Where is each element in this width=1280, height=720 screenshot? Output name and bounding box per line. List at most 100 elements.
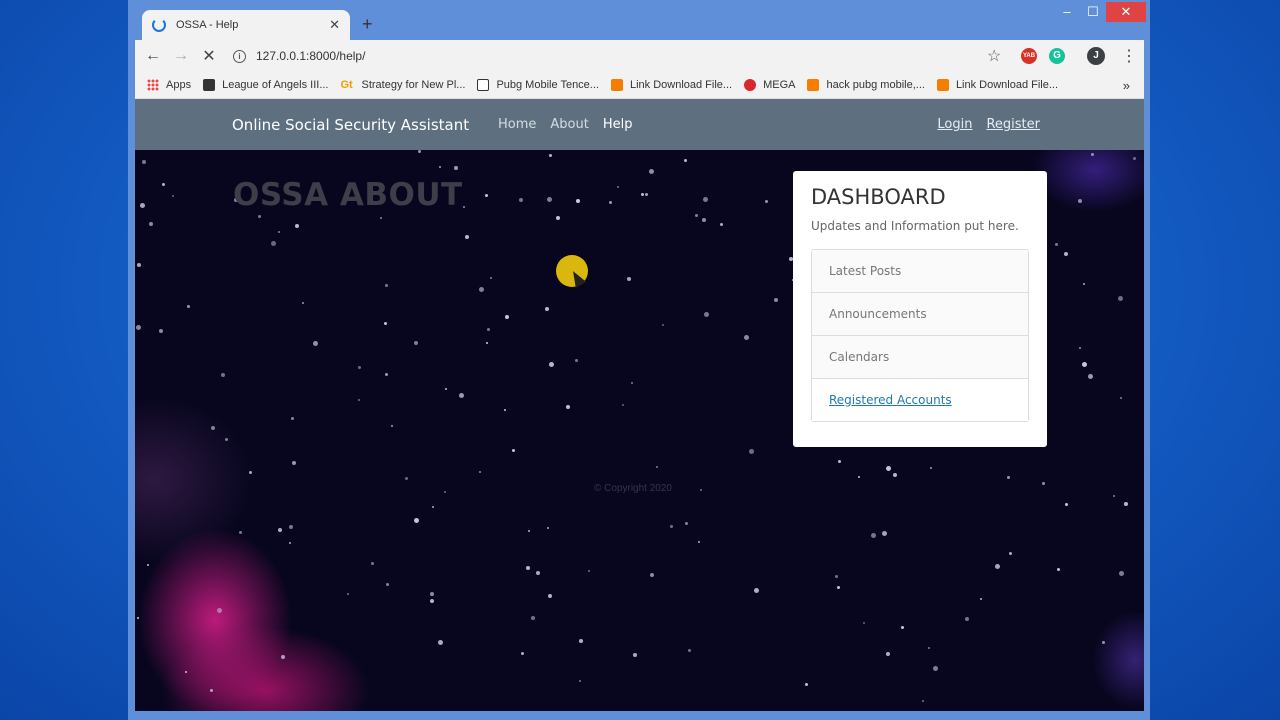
star-particle (1082, 362, 1087, 367)
star-particle (1124, 502, 1128, 506)
star-particle (147, 564, 149, 566)
star-particle (774, 298, 778, 302)
star-particle (418, 150, 421, 153)
dashboard-list: Latest Posts Announcements Calendars Reg… (811, 249, 1029, 422)
star-particle (928, 647, 930, 649)
star-particle (566, 405, 570, 409)
register-link[interactable]: Register (986, 117, 1040, 132)
bookmark-pubg-mobile[interactable]: Pubg Mobile Tence... (477, 79, 599, 91)
star-particle (1064, 252, 1068, 256)
star-particle (547, 197, 552, 202)
star-particle (662, 324, 664, 326)
close-window-button[interactable]: ✕ (1106, 2, 1146, 22)
star-particle (536, 571, 540, 575)
star-particle (384, 322, 387, 325)
star-particle (627, 277, 631, 281)
mega-icon (744, 79, 757, 91)
star-particle (391, 425, 393, 427)
bookmark-strategy[interactable]: Gt Strategy for New Pl... (341, 79, 466, 91)
nav-home-link[interactable]: Home (498, 117, 536, 132)
bookmark-mega[interactable]: MEGA (744, 79, 795, 91)
grammarly-extension-icon[interactable]: G (1049, 48, 1065, 64)
address-bar[interactable]: i 127.0.0.1:8000/help/ (227, 44, 997, 68)
page-heading: OSSA ABOUT (233, 177, 463, 213)
gt-icon: Gt (340, 79, 353, 91)
star-particle (579, 639, 583, 643)
star-particle (521, 652, 524, 655)
star-particle (765, 200, 768, 203)
star-particle (882, 531, 887, 536)
star-particle (704, 312, 709, 317)
star-particle (556, 216, 560, 220)
star-particle (886, 652, 890, 656)
dashboard-item-announcements[interactable]: Announcements (812, 293, 1028, 336)
m-icon (477, 79, 490, 91)
star-particle (526, 566, 530, 570)
star-particle (278, 528, 282, 532)
star-particle (490, 277, 492, 279)
star-particle (347, 593, 349, 595)
star-particle (531, 616, 535, 620)
site-brand[interactable]: Online Social Security Assistant (232, 116, 469, 134)
star-particle (459, 393, 464, 398)
browser-toolbar: ← → ✕ i 127.0.0.1:8000/help/ ☆ YAB G J ⋮ (135, 40, 1144, 72)
dashboard-item-latest-posts[interactable]: Latest Posts (812, 250, 1028, 293)
star-particle (1079, 347, 1081, 349)
bookmark-link-download-2[interactable]: Link Download File... (936, 79, 1058, 91)
nav-help-link[interactable]: Help (603, 117, 633, 132)
star-particle (871, 533, 876, 538)
new-tab-button[interactable]: + (362, 14, 373, 35)
dashboard-panel: DASHBOARD Updates and Information put he… (793, 171, 1047, 447)
star-particle (405, 477, 408, 480)
browser-window: OSSA - Help ✕ + – ☐ ✕ ← → ✕ i 127.0.0.1:… (128, 0, 1150, 720)
profile-avatar[interactable]: J (1087, 47, 1105, 65)
bookmark-apps[interactable]: Apps (147, 79, 191, 91)
star-particle (1078, 199, 1082, 203)
bookmark-hack-pubg[interactable]: hack pubg mobile,... (807, 79, 925, 91)
browser-menu-icon[interactable]: ⋮ (1121, 46, 1137, 66)
bookmark-league-of-angels[interactable]: League of Angels III... (203, 79, 329, 91)
star-particle (1065, 503, 1068, 506)
star-particle (549, 154, 552, 157)
bookmark-link-download-1[interactable]: Link Download File... (610, 79, 732, 91)
star-particle (358, 399, 360, 401)
browser-tab[interactable]: OSSA - Help ✕ (142, 10, 350, 40)
star-particle (313, 341, 318, 346)
star-particle (239, 531, 242, 534)
star-particle (700, 489, 702, 491)
star-particle (414, 518, 419, 523)
star-particle (371, 562, 374, 565)
maximize-button[interactable]: ☐ (1080, 2, 1106, 22)
login-link[interactable]: Login (937, 117, 972, 132)
star-particle (858, 476, 860, 478)
star-particle (463, 206, 465, 208)
window-controls: – ☐ ✕ (1054, 2, 1146, 22)
star-particle (930, 467, 932, 469)
tab-close-icon[interactable]: ✕ (329, 17, 340, 33)
dashboard-subtitle: Updates and Information put here. (811, 219, 1019, 233)
nav-about-link[interactable]: About (550, 117, 588, 132)
star-particle (159, 329, 163, 333)
star-particle (504, 409, 506, 411)
back-button[interactable]: ← (139, 47, 167, 65)
dashboard-item-registered-accounts[interactable]: Registered Accounts (812, 379, 1028, 421)
star-particle (465, 235, 469, 239)
bookmark-star-icon[interactable]: ☆ (987, 46, 1001, 66)
extension-red-icon[interactable]: YAB (1021, 48, 1037, 64)
forward-button[interactable]: → (167, 47, 195, 65)
star-particle (430, 599, 434, 603)
star-particle (670, 525, 673, 528)
nav-links: Home About Help (498, 117, 632, 132)
star-particle (505, 315, 509, 319)
site-info-icon[interactable]: i (233, 49, 246, 63)
star-particle (995, 564, 1000, 569)
dashboard-item-calendars[interactable]: Calendars (812, 336, 1028, 379)
url-text: 127.0.0.1:8000/help/ (256, 49, 366, 63)
star-particle (278, 231, 280, 233)
star-particle (281, 655, 285, 659)
stop-loading-button[interactable]: ✕ (195, 46, 223, 66)
bookmarks-more-chevron-icon[interactable]: » (1123, 78, 1130, 93)
star-particle (185, 671, 187, 673)
minimize-button[interactable]: – (1054, 2, 1080, 22)
star-particle (519, 198, 523, 202)
